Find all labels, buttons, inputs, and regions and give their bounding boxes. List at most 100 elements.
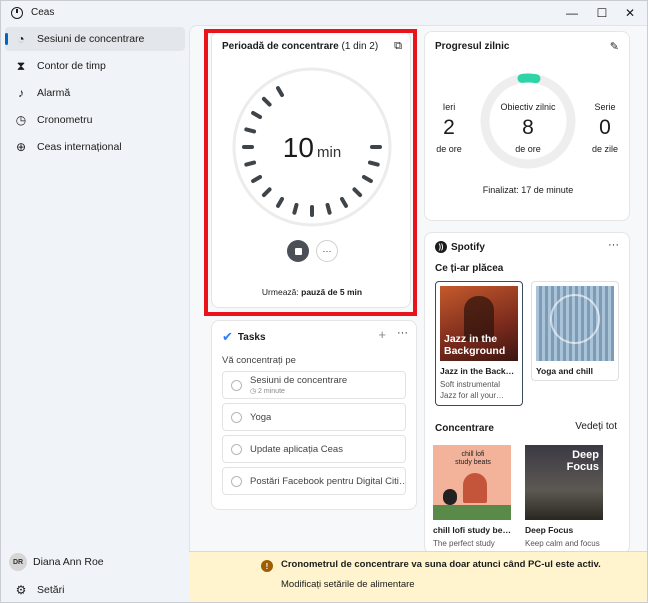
dial-tick bbox=[352, 187, 363, 198]
warning-icon: ! bbox=[261, 560, 273, 572]
sidebar-item-stopwatch[interactable]: ◷ Cronometru bbox=[5, 108, 185, 132]
close-button[interactable]: ✕ bbox=[615, 3, 645, 23]
tasks-title: Tasks bbox=[237, 331, 266, 343]
playlist-cover: chill lofi study beats bbox=[433, 445, 511, 520]
globe-icon: ⊕ bbox=[15, 140, 27, 154]
bell-icon: ♪ bbox=[18, 86, 24, 100]
focus-title: Perioadă de concentrare (1 din 2) bbox=[222, 41, 378, 52]
sidebar-item-label: Contor de timp bbox=[37, 60, 106, 72]
spotify-icon: )) bbox=[435, 241, 447, 253]
task-label: Yoga bbox=[250, 411, 272, 423]
add-task-button[interactable]: + bbox=[378, 327, 386, 342]
daily-goal-stat[interactable]: Obiectiv zilnic 8 de ore bbox=[487, 102, 569, 154]
see-all-link[interactable]: Vedeți tot bbox=[575, 421, 617, 432]
yesterday-value: 2 bbox=[443, 116, 455, 139]
compact-overlay-icon[interactable]: ⧉ bbox=[394, 40, 402, 53]
playlist-tile[interactable]: chill lofi study beats chill lofi study … bbox=[429, 441, 517, 553]
task-checkbox[interactable] bbox=[231, 475, 242, 487]
yesterday-label: Ieri bbox=[442, 102, 456, 112]
task-label: Postări Facebook pentru Digital Citi… bbox=[250, 475, 405, 487]
dial-tick bbox=[251, 111, 263, 119]
task-label: Sesiuni de concentrare bbox=[250, 375, 348, 386]
sidebar-item-label: Ceas internațional bbox=[37, 141, 122, 153]
focus-period-card: Perioadă de concentrare (1 din 2) ⧉ 10 m… bbox=[211, 31, 411, 308]
task-item[interactable]: Sesiuni de concentrare ◷ 2 minute bbox=[222, 371, 406, 399]
minimize-button[interactable]: — bbox=[557, 3, 587, 23]
playlist-cover: Deep Focus bbox=[525, 445, 603, 520]
dial-tick bbox=[261, 187, 272, 198]
playlist-tile[interactable]: Jazz in the Background Jazz in the Backg… bbox=[435, 281, 523, 406]
sidebar-item-alarm[interactable]: ♪ Alarmă bbox=[5, 81, 185, 105]
tasks-more-button[interactable]: ··· bbox=[397, 327, 408, 339]
tasks-logo: ✔ Tasks bbox=[222, 329, 266, 345]
sidebar-item-world-clock[interactable]: ⊕ Ceas internațional bbox=[5, 135, 185, 159]
app-title: Ceas bbox=[31, 7, 55, 18]
dial-tick bbox=[251, 175, 263, 183]
playlist-tile[interactable]: Deep Focus Deep Focus Keep calm and focu… bbox=[521, 441, 609, 553]
sidebar-item-focus-sessions[interactable]: ◔ Sesiuni de concentrare bbox=[5, 27, 185, 51]
cover-title: Deep Focus bbox=[566, 449, 599, 473]
next-up-prefix: Urmează: bbox=[261, 287, 299, 297]
task-checkbox[interactable] bbox=[231, 443, 242, 455]
playlist-cover bbox=[536, 286, 614, 361]
dial-tick bbox=[292, 202, 299, 215]
cover-title: Jazz in the Background bbox=[444, 333, 506, 357]
playlist-tile[interactable]: Yoga and chill bbox=[531, 281, 619, 381]
streak-label: Serie bbox=[594, 102, 616, 112]
sidebar-item-settings[interactable]: ⚙ Setări bbox=[5, 578, 185, 602]
daily-goal-value: 8 bbox=[522, 116, 534, 139]
avatar[interactable]: DR bbox=[9, 553, 27, 571]
power-settings-link[interactable]: Modificați setările de alimentare bbox=[281, 579, 415, 590]
todo-check-icon: ✔ bbox=[222, 329, 233, 344]
sidebar-item-label: Setări bbox=[37, 584, 65, 596]
maximize-button[interactable]: ☐ bbox=[587, 3, 617, 23]
playlist-name: Deep Focus bbox=[525, 525, 574, 535]
next-up-value: pauză de 5 min bbox=[301, 287, 363, 297]
gear-icon: ⚙ bbox=[15, 583, 27, 597]
spotify-brand: Spotify bbox=[451, 241, 485, 253]
streak-value: 0 bbox=[599, 116, 611, 139]
progress-title: Progresul zilnic bbox=[435, 41, 510, 52]
playlist-name: Yoga and chill bbox=[536, 366, 593, 376]
title-bar: Ceas — ☐ ✕ bbox=[1, 1, 647, 25]
playlist-description: The perfect study bbox=[433, 539, 495, 548]
stop-icon bbox=[294, 247, 302, 255]
sidebar-item-timer[interactable]: ⧗ Contor de timp bbox=[5, 54, 185, 78]
clock-app-icon bbox=[11, 7, 23, 19]
task-checkbox[interactable] bbox=[231, 379, 242, 391]
next-up-text: Urmează: pauză de 5 min bbox=[212, 287, 412, 297]
streak-unit: de zile bbox=[591, 144, 618, 154]
task-label: Update aplicația Ceas bbox=[250, 443, 343, 455]
focus-time-unit: min bbox=[317, 144, 342, 161]
tasks-subtitle: Vă concentrați pe bbox=[222, 355, 296, 366]
yesterday-stat: Ieri 2 de ore bbox=[431, 102, 467, 154]
playlist-description: Soft instrumental Jazz for all your… bbox=[440, 380, 505, 400]
stop-button[interactable] bbox=[287, 240, 309, 262]
recommended-heading: Ce ți-ar plăcea bbox=[435, 263, 504, 274]
playlist-name: chill lofi study beats bbox=[433, 525, 513, 535]
task-item[interactable]: Yoga bbox=[222, 403, 406, 431]
spotify-more-button[interactable]: ··· bbox=[608, 239, 619, 251]
spotify-logo: )) Spotify bbox=[435, 241, 485, 253]
daily-goal-unit: de ore bbox=[515, 144, 541, 154]
dial-tick bbox=[261, 96, 272, 107]
task-item[interactable]: Postări Facebook pentru Digital Citi… bbox=[222, 467, 406, 495]
task-duration: ◷ 2 minute bbox=[250, 388, 285, 395]
yesterday-unit: de ore bbox=[436, 144, 462, 154]
main-content: Perioadă de concentrare (1 din 2) ⧉ 10 m… bbox=[189, 25, 647, 602]
focus-title-text: Perioadă de concentrare bbox=[222, 41, 339, 52]
tasks-card: ✔ Tasks + ··· Vă concentrați pe Sesiuni … bbox=[211, 320, 417, 510]
task-item[interactable]: Update aplicația Ceas bbox=[222, 435, 406, 463]
user-name[interactable]: Diana Ann Roe bbox=[33, 556, 104, 568]
spotify-card: )) Spotify ··· Ce ți-ar plăcea Jazz in t… bbox=[424, 232, 630, 554]
dial-tick bbox=[361, 175, 373, 183]
sidebar-item-label: Sesiuni de concentrare bbox=[37, 33, 145, 45]
task-checkbox[interactable] bbox=[231, 411, 242, 423]
focus-time-value: 10 bbox=[282, 132, 314, 163]
clock-app-window: Ceas — ☐ ✕ ◔ Sesiuni de concentrare ⧗ Co… bbox=[0, 0, 648, 603]
dial-tick bbox=[340, 196, 348, 208]
focus-more-button[interactable]: ··· bbox=[316, 240, 338, 262]
edit-icon[interactable]: ✎ bbox=[610, 40, 619, 53]
dial-tick bbox=[325, 202, 332, 215]
cover-title: chill lofi study beats bbox=[455, 451, 491, 466]
